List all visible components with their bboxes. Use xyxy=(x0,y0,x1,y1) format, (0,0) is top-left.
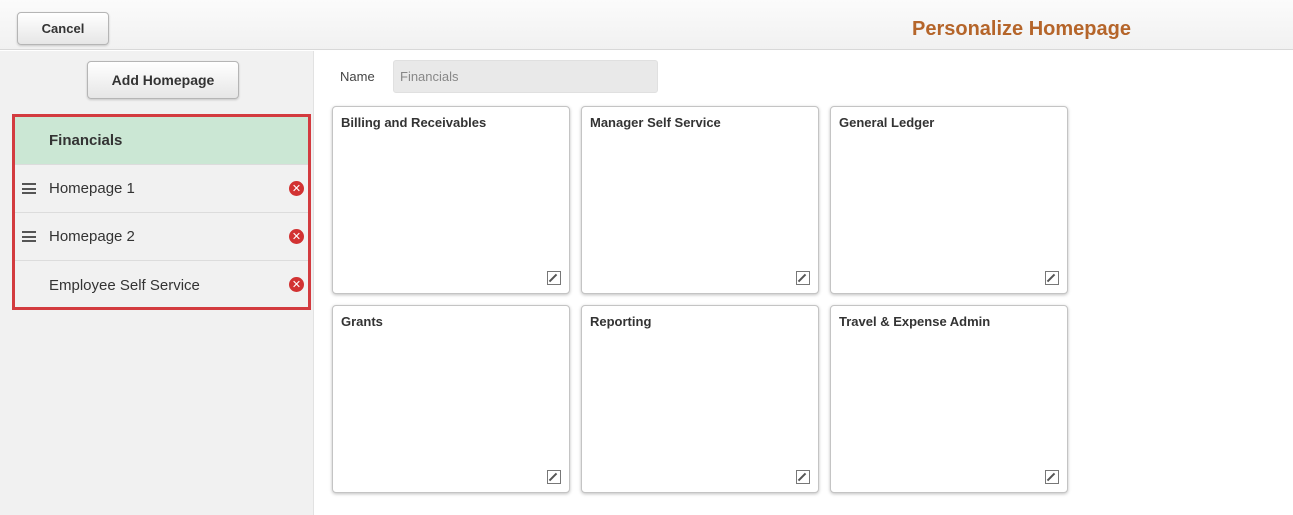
delete-icon[interactable]: ✕ xyxy=(289,229,304,244)
cancel-button[interactable]: Cancel xyxy=(17,12,109,45)
top-toolbar: Cancel Personalize Homepage xyxy=(0,0,1293,50)
edit-icon[interactable] xyxy=(796,470,810,484)
edit-icon[interactable] xyxy=(1045,271,1059,285)
homepage-item-label: Employee Self Service xyxy=(49,276,200,294)
homepage-item-financials[interactable]: Financials xyxy=(15,117,308,165)
drag-handle-icon[interactable] xyxy=(22,183,36,194)
tile-title: General Ledger xyxy=(839,115,935,130)
homepage-item-homepage-2[interactable]: Homepage 2 ✕ xyxy=(15,213,308,261)
tile-title: Reporting xyxy=(590,314,652,329)
tile-grants[interactable]: Grants xyxy=(332,305,570,493)
tile-general-ledger[interactable]: General Ledger xyxy=(830,106,1068,294)
delete-icon[interactable]: ✕ xyxy=(289,277,304,292)
add-homepage-button[interactable]: Add Homepage xyxy=(87,61,239,99)
drag-handle-icon[interactable] xyxy=(22,231,36,242)
tile-title: Grants xyxy=(341,314,383,329)
homepage-item-label: Homepage 2 xyxy=(49,228,135,245)
tile-reporting[interactable]: Reporting xyxy=(581,305,819,493)
edit-icon[interactable] xyxy=(547,470,561,484)
sidebar: Add Homepage Financials Homepage 1 ✕ Hom… xyxy=(0,51,314,515)
homepage-list: Financials Homepage 1 ✕ Homepage 2 ✕ Emp… xyxy=(12,114,311,310)
edit-icon[interactable] xyxy=(1045,470,1059,484)
name-label: Name xyxy=(340,69,375,84)
homepage-item-label: Homepage 1 xyxy=(49,180,135,197)
name-input[interactable] xyxy=(393,60,658,93)
tile-title: Manager Self Service xyxy=(590,115,721,130)
homepage-item-label: Financials xyxy=(49,132,123,149)
tile-travel-and-expense-admin[interactable]: Travel & Expense Admin xyxy=(830,305,1068,493)
edit-icon[interactable] xyxy=(796,271,810,285)
homepage-item-employee-self-service[interactable]: Employee Self Service ✕ xyxy=(15,261,308,309)
tile-title: Billing and Receivables xyxy=(341,115,487,130)
tile-billing-and-receivables[interactable]: Billing and Receivables xyxy=(332,106,570,294)
delete-icon[interactable]: ✕ xyxy=(289,181,304,196)
edit-icon[interactable] xyxy=(547,271,561,285)
page-title: Personalize Homepage xyxy=(912,18,1131,40)
tile-title: Travel & Expense Admin xyxy=(839,314,991,329)
homepage-item-homepage-1[interactable]: Homepage 1 ✕ xyxy=(15,165,308,213)
tile-manager-self-service[interactable]: Manager Self Service xyxy=(581,106,819,294)
